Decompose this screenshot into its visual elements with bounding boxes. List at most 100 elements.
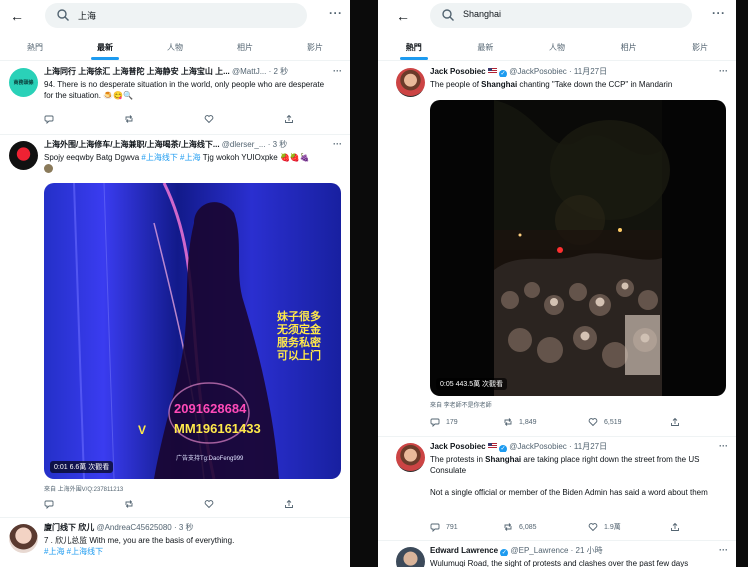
video-views: 6.6萬 次觀看	[69, 464, 110, 471]
tweet[interactable]: Jack Posobiec ✓ @JackPosobiec · 11月27日 ·…	[378, 62, 736, 437]
more-icon[interactable]: ···	[333, 139, 342, 149]
tab-people[interactable]: 人物	[521, 31, 593, 60]
video-badge: 0:05 443.5萬 次觀看	[436, 378, 508, 390]
video-time: 0:05	[440, 381, 454, 388]
source-label[interactable]: 來自 上海外围V/Q:237811213	[44, 484, 123, 493]
top-bar: ← Shanghai ···	[378, 0, 736, 30]
tab-top[interactable]: 熱門	[0, 31, 70, 60]
video-letter: V	[138, 423, 147, 437]
author-name[interactable]: Jack Posobiec	[430, 442, 486, 451]
reply-count: 179	[446, 418, 458, 426]
retweet-button[interactable]	[124, 499, 134, 509]
retweet-icon	[504, 418, 512, 426]
reply-icon	[430, 418, 440, 427]
tweet[interactable]: Edward Lawrence ✓ @EP_Lawrence · 21 小時 ·…	[378, 541, 736, 567]
tweet-time[interactable]: 11月27日	[574, 67, 607, 76]
like-button[interactable]	[204, 499, 214, 509]
search-box[interactable]: 上海	[45, 3, 307, 28]
search-query[interactable]: Shanghai	[463, 9, 501, 19]
like-button[interactable]	[204, 114, 214, 124]
hashtag-link[interactable]: #上海线下 #上海	[141, 153, 200, 162]
tweet[interactable]: 上海外围/上海修车/上海兼职/上海喝茶/上海线下... @dlerser_...…	[0, 135, 350, 518]
tab-people[interactable]: 人物	[140, 31, 210, 60]
more-icon[interactable]: ···	[712, 6, 726, 20]
tweet[interactable]: 廈门线下 欣儿 @AndreaC45625080 · 3 秒 7 . 欣儿总监 …	[0, 518, 350, 567]
like-count: 6,519	[604, 418, 622, 426]
author-name[interactable]: Jack Posobiec	[430, 67, 486, 76]
hashtag-link[interactable]: #上海 #上海线下	[44, 546, 342, 557]
avatar[interactable]	[396, 547, 425, 567]
share-button[interactable]	[670, 522, 680, 532]
back-arrow-icon[interactable]: ←	[10, 8, 24, 24]
reply-button[interactable]: 791	[430, 522, 458, 532]
avatar[interactable]	[9, 141, 38, 170]
source-label[interactable]: 來自 李老師不是你老師	[430, 400, 492, 409]
share-button[interactable]	[284, 114, 294, 124]
retweet-button[interactable]: 1,849	[503, 417, 537, 427]
tweet[interactable]: 商務頭條 上海同行 上海徐汇 上海普陀 上海静安 上海宝山 上... @Matt…	[0, 62, 350, 135]
retweet-icon	[125, 115, 133, 123]
video-time: 0:01	[54, 464, 68, 471]
more-icon[interactable]: ···	[333, 66, 342, 76]
highlighted-term: Shanghai	[485, 455, 522, 464]
more-icon[interactable]: ···	[719, 545, 728, 555]
reply-count: 791	[446, 523, 458, 531]
verified-icon: ✓	[499, 445, 508, 452]
retweet-button[interactable]: 6,085	[503, 522, 537, 532]
tab-videos[interactable]: 影片	[664, 31, 736, 60]
tweet-time[interactable]: 11月27日	[574, 442, 607, 451]
video-player[interactable]: 妹子很多 无须定金 服务私密 可以上门 2091628684 V MM19616…	[44, 183, 341, 479]
share-button[interactable]	[670, 417, 680, 427]
author-name[interactable]: 上海同行 上海徐汇 上海普陀 上海静安 上海宝山 上...	[44, 67, 230, 76]
retweet-button[interactable]	[124, 114, 134, 124]
author-handle: @EP_Lawrence	[510, 546, 569, 555]
author-name[interactable]: 上海外围/上海修车/上海兼职/上海喝茶/上海线下...	[44, 140, 220, 149]
right-search-panel: ← Shanghai ··· 熱門 最新 人物 相片 影片 Jack Posob…	[378, 0, 736, 567]
retweet-icon	[504, 523, 512, 531]
like-button[interactable]: 1.9萬	[588, 522, 621, 532]
tweet-time[interactable]: 2 秒	[273, 67, 288, 76]
left-search-panel: ← 上海 ··· 熱門 最新 人物 相片 影片 商務頭條 上海同行 上海徐汇 上…	[0, 0, 350, 567]
reply-icon	[430, 523, 440, 532]
like-button[interactable]: 6,519	[588, 417, 622, 427]
tab-photos[interactable]: 相片	[210, 31, 280, 60]
us-flag-icon	[487, 443, 497, 449]
retweet-icon	[125, 500, 133, 508]
tab-top[interactable]: 熱門	[378, 31, 450, 60]
video-player[interactable]: 0:05 443.5萬 次觀看	[430, 100, 726, 396]
search-box[interactable]: Shanghai	[430, 3, 692, 28]
more-icon[interactable]: ···	[329, 6, 343, 20]
search-tabs: 熱門 最新 人物 相片 影片	[0, 31, 350, 61]
tweet-time[interactable]: 21 小時	[576, 546, 603, 555]
like-icon	[588, 523, 598, 532]
search-icon	[442, 9, 454, 21]
top-bar: ← 上海 ···	[0, 0, 350, 30]
reply-button[interactable]	[44, 499, 54, 509]
share-button[interactable]	[284, 499, 294, 509]
tab-latest[interactable]: 最新	[450, 31, 522, 60]
more-icon[interactable]: ···	[719, 441, 728, 451]
tab-videos[interactable]: 影片	[280, 31, 350, 60]
author-name[interactable]: 廈门线下 欣儿	[44, 523, 94, 532]
author-name[interactable]: Edward Lawrence	[430, 546, 498, 555]
reply-button[interactable]: 179	[430, 417, 458, 427]
tab-latest[interactable]: 最新	[70, 31, 140, 60]
avatar[interactable]	[396, 68, 425, 97]
author-handle: @JackPosobiec	[509, 67, 567, 76]
avatar[interactable]	[396, 443, 425, 472]
reply-button[interactable]	[44, 114, 54, 124]
avatar[interactable]: 商務頭條	[9, 68, 38, 97]
avatar[interactable]	[9, 524, 38, 553]
search-query[interactable]: 上海	[78, 9, 96, 22]
tweet-time[interactable]: 3 秒	[273, 140, 288, 149]
tweet[interactable]: Jack Posobiec ✓ @JackPosobiec · 11月27日 ·…	[378, 437, 736, 541]
more-icon[interactable]: ···	[719, 66, 728, 76]
tweet-time[interactable]: 3 秒	[179, 523, 194, 532]
video-number: MM196161433	[174, 421, 261, 436]
tab-photos[interactable]: 相片	[593, 31, 665, 60]
tweet-text: The people of	[430, 80, 482, 89]
back-arrow-icon[interactable]: ←	[396, 8, 410, 24]
tweet-text: Tjg wokoh YUIOxpke 🍓🍓🍇	[200, 153, 310, 162]
us-flag-icon	[487, 68, 497, 74]
coin-emoji-icon	[44, 164, 53, 173]
